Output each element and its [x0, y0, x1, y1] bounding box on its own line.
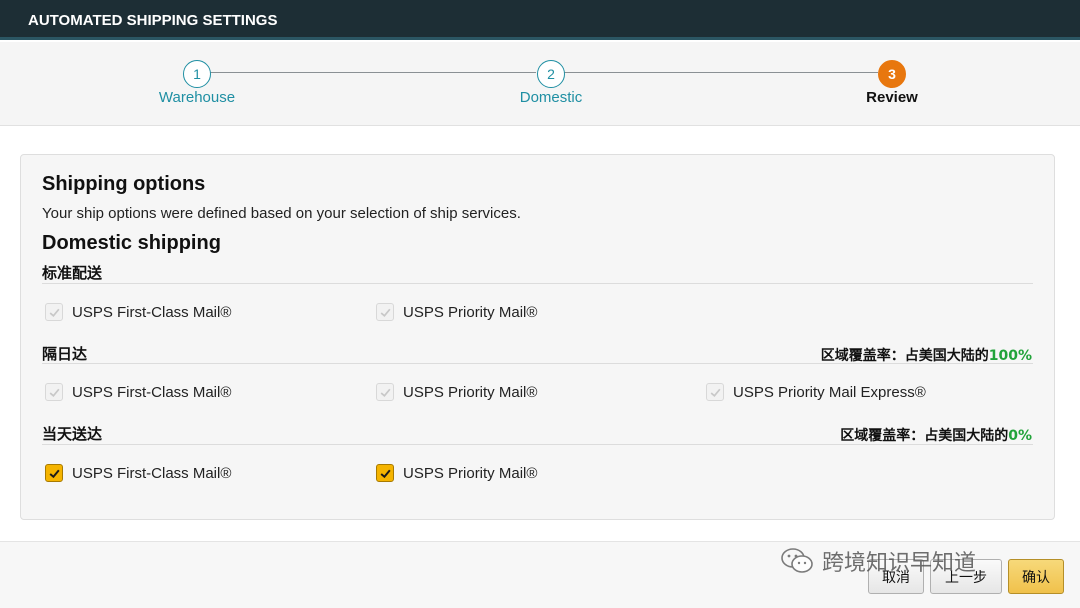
option-label: USPS Priority Mail®: [403, 303, 538, 321]
watermark: 跨境知识早知道: [780, 541, 976, 581]
checkbox-disabled-icon: [706, 383, 724, 401]
step-connector-1: [210, 72, 536, 73]
same-day-priority-option[interactable]: USPS Priority Mail®: [376, 462, 537, 484]
coverage-label: 区域覆盖率：占美国大陆的: [840, 428, 1009, 444]
title-bar: AUTOMATED SHIPPING SETTINGS: [0, 0, 1080, 40]
step-2-label[interactable]: Domestic: [471, 89, 631, 106]
progress-stepper: 1 Warehouse 2 Domestic 3 Review: [0, 42, 1080, 126]
checkbox-checked-icon[interactable]: [376, 464, 394, 482]
wechat-icon: [781, 548, 813, 573]
step-2-circle[interactable]: 2: [537, 60, 565, 88]
window-title: AUTOMATED SHIPPING SETTINGS: [28, 12, 278, 29]
option-label: USPS First-Class Mail®: [72, 383, 232, 401]
same-day-first-class-option[interactable]: USPS First-Class Mail®: [45, 462, 231, 484]
shipping-options-panel: Shipping options Your ship options were …: [20, 154, 1055, 520]
page-description: Your ship options were defined based on …: [42, 205, 521, 222]
checkbox-disabled-icon: [376, 303, 394, 321]
option-label[interactable]: USPS Priority Mail®: [403, 465, 537, 482]
watermark-text: 跨境知识早知道: [822, 551, 977, 576]
step-3-label: Review: [866, 89, 918, 106]
standard-priority-option: USPS Priority Mail®: [376, 301, 537, 323]
coverage-percent: 0%: [1008, 428, 1032, 444]
step-1-label[interactable]: Warehouse: [117, 89, 277, 106]
option-label: USPS Priority Mail®: [403, 383, 538, 401]
section-divider: [42, 444, 1033, 445]
section-divider: [42, 363, 1033, 364]
coverage-label: 区域覆盖率：占美国大陆的: [820, 348, 989, 364]
next-day-priority-option: USPS Priority Mail®: [376, 381, 537, 403]
step-3-circle: 3: [878, 60, 906, 88]
standard-first-class-option: USPS First-Class Mail®: [45, 301, 231, 323]
section-heading: Domestic shipping: [42, 232, 221, 254]
coverage-percent: 100%: [988, 348, 1032, 364]
checkbox-disabled-icon: [45, 383, 63, 401]
same-day-title: 当天送达: [42, 425, 103, 443]
section-divider: [42, 283, 1033, 284]
checkbox-disabled-icon: [45, 303, 63, 321]
next-day-coverage: 区域覆盖率：占美国大陆的100%: [821, 345, 1032, 365]
next-day-title: 隔日达: [42, 345, 88, 363]
option-label[interactable]: USPS First-Class Mail®: [72, 465, 231, 482]
page-heading: Shipping options: [42, 173, 206, 195]
step-1-circle[interactable]: 1: [183, 60, 211, 88]
step-connector-2: [564, 72, 878, 73]
same-day-coverage: 区域覆盖率：占美国大陆的0%: [840, 425, 1032, 445]
checkbox-checked-icon[interactable]: [45, 464, 63, 482]
checkbox-disabled-icon: [376, 383, 394, 401]
option-label: USPS First-Class Mail®: [72, 303, 232, 321]
next-day-priority-express-option: USPS Priority Mail Express®: [706, 381, 926, 403]
next-day-first-class-option: USPS First-Class Mail®: [45, 381, 231, 403]
option-label: USPS Priority Mail Express®: [733, 383, 926, 401]
confirm-button[interactable]: 确认: [1008, 559, 1064, 594]
standard-shipping-title: 标准配送: [42, 264, 103, 282]
